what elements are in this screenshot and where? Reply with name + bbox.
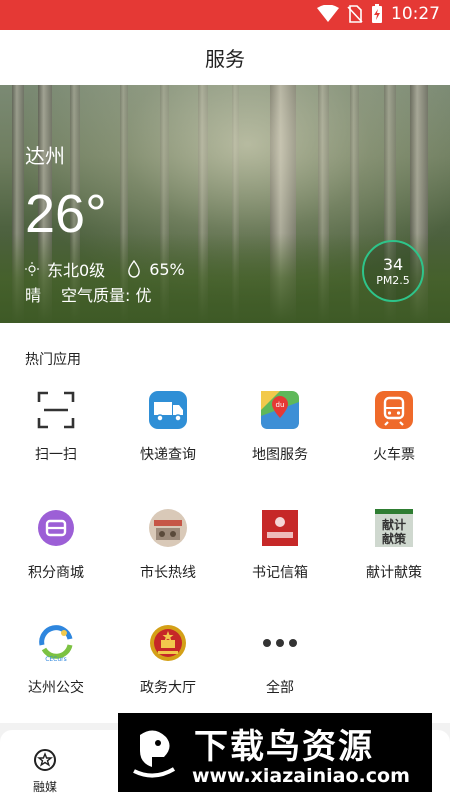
hot-apps-section: 热门应用 扫一扫 快递查询 du 地图服务 火车票 积分商城 市长热线 书记信箱… bbox=[0, 323, 450, 723]
tab-label: 融媒 bbox=[32, 780, 57, 794]
more-dots-icon bbox=[263, 639, 297, 647]
suggestion-icon: 献计 献策 bbox=[375, 509, 413, 547]
app-label: 市长热线 bbox=[140, 565, 196, 581]
app-label: 火车票 bbox=[373, 447, 415, 463]
no-sim-icon bbox=[347, 5, 363, 23]
suggestion-icon-text-1: 献计 bbox=[382, 517, 406, 532]
government-emblem-icon bbox=[150, 625, 186, 661]
watermark-banner: 下载鸟资源 www.xiazainiao.com bbox=[118, 713, 432, 792]
sun-icon bbox=[25, 262, 39, 276]
status-time: 10:27 bbox=[391, 4, 440, 24]
app-label: 快递查询 bbox=[140, 447, 196, 463]
app-label: 书记信箱 bbox=[252, 565, 308, 581]
header: 服务 bbox=[0, 30, 450, 85]
suggestion-icon-text-2: 献策 bbox=[382, 531, 407, 546]
app-suggestions[interactable]: 献计 献策 献计献策 bbox=[338, 508, 450, 582]
app-label: 政务大厅 bbox=[140, 680, 196, 696]
star-circle-icon bbox=[34, 749, 56, 771]
app-all[interactable]: 全部 bbox=[224, 623, 336, 697]
app-label: 地图服务 bbox=[252, 447, 308, 463]
pm25-label: PM2.5 bbox=[376, 273, 410, 287]
app-label: 达州公交 bbox=[28, 680, 84, 696]
app-secretary-mailbox[interactable]: 书记信箱 bbox=[224, 508, 336, 582]
pm25-value: 34 bbox=[382, 254, 404, 274]
page-title: 服务 bbox=[205, 47, 245, 71]
weather-city: 达州 bbox=[25, 144, 65, 168]
bird-logo-icon bbox=[133, 730, 176, 778]
section-title: 热门应用 bbox=[25, 352, 81, 368]
air-quality: 空气质量: 优 bbox=[61, 286, 152, 305]
weather-card[interactable]: 达州 26° 东北0级 65% 晴 空气质量: 优 34 PM2.5 bbox=[0, 85, 450, 323]
map-icon: du bbox=[261, 391, 299, 429]
app-map-service[interactable]: du 地图服务 bbox=[224, 390, 336, 464]
app-label: 扫一扫 bbox=[35, 447, 77, 463]
battery-charging-icon bbox=[372, 4, 382, 23]
scan-icon bbox=[37, 391, 75, 429]
app-scan[interactable]: 扫一扫 bbox=[0, 390, 112, 464]
app-delivery-query[interactable]: 快递查询 bbox=[112, 390, 224, 464]
app-mayor-hotline[interactable]: 市长热线 bbox=[112, 508, 224, 582]
app-points-mall[interactable]: 积分商城 bbox=[0, 508, 112, 582]
status-bar: 10:27 bbox=[0, 0, 450, 30]
watermark-title: 下载鸟资源 bbox=[194, 727, 374, 767]
secretary-mailbox-icon bbox=[262, 510, 298, 546]
train-icon bbox=[375, 391, 413, 429]
tab-rongmei[interactable]: 融媒 bbox=[0, 748, 90, 795]
points-mall-icon bbox=[38, 510, 74, 546]
svg-text:du: du bbox=[276, 401, 285, 409]
weather-condition: 晴 bbox=[25, 286, 42, 305]
mayor-hotline-icon bbox=[149, 509, 187, 547]
app-government-hall[interactable]: 政务大厅 bbox=[112, 623, 224, 697]
humidity-drop-icon bbox=[128, 260, 141, 278]
app-label: 积分商城 bbox=[28, 565, 84, 581]
app-dazhou-bus[interactable]: CECurs 达州公交 bbox=[0, 623, 112, 697]
weather-temperature: 26° bbox=[25, 184, 107, 244]
pm25-badge[interactable]: 34 PM2.5 bbox=[362, 240, 424, 302]
bus-icon: CECurs bbox=[39, 625, 73, 663]
weather-humidity: 65% bbox=[149, 259, 185, 279]
weather-wind: 东北0级 bbox=[47, 261, 106, 280]
wifi-icon bbox=[317, 5, 339, 22]
bus-icon-text: CECurs bbox=[45, 656, 67, 663]
app-train-ticket[interactable]: 火车票 bbox=[338, 390, 450, 464]
app-label: 献计献策 bbox=[366, 565, 422, 581]
app-label: 全部 bbox=[266, 680, 294, 696]
watermark-url: www.xiazainiao.com bbox=[192, 765, 410, 787]
delivery-truck-icon bbox=[149, 391, 187, 429]
